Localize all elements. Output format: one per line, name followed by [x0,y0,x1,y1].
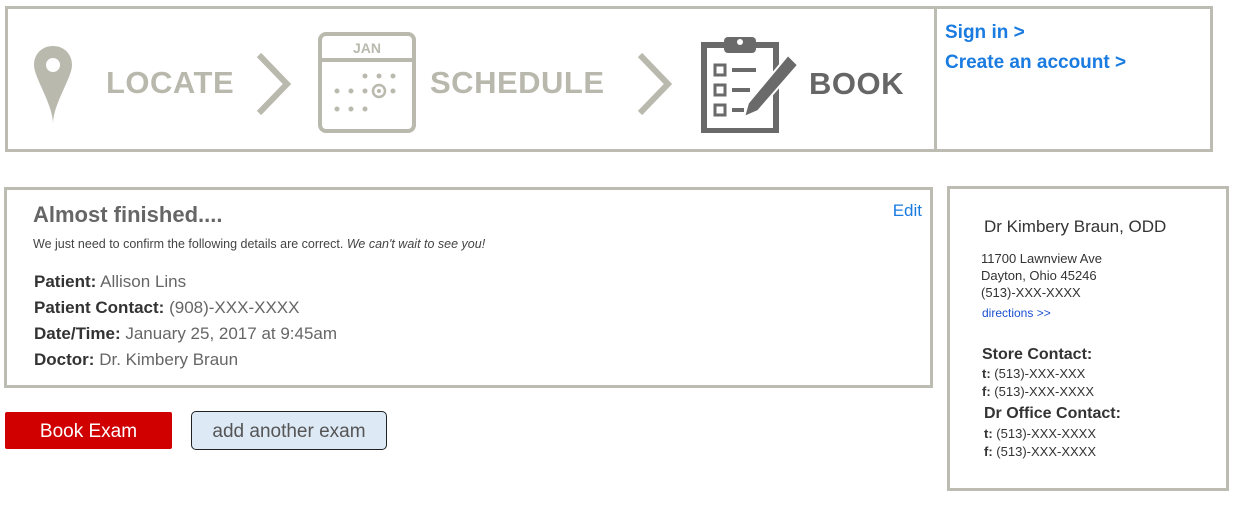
detail-row-patient: Patient: Allison Lins [34,269,337,295]
summary-title: Almost finished.... [33,202,223,227]
detail-value: Allison Lins [100,272,187,291]
store-fax: f: (513)-XXX-XXXX [982,384,1094,399]
step-book-label: BOOK [809,66,904,101]
store-fax-label: f: [982,384,991,399]
chevron-right-icon [637,52,673,116]
doctor-phone: (513)-XXX-XXXX [981,285,1081,300]
doctor-address: 11700 Lawnview Ave Dayton, Ohio 45246 (5… [981,250,1102,301]
calendar-icon: JAN [318,32,416,133]
store-phone-label: t: [982,366,991,381]
intro-emphasis: We can't wait to see you! [346,237,486,251]
store-contact-title: Store Contact: [982,346,1093,363]
location-pin-icon [34,46,72,124]
detail-value: (908)-XXX-XXXX [169,298,300,317]
detail-row-datetime: Date/Time: January 25, 2017 at 9:45am [34,321,337,347]
office-phone: t: (513)-XXX-XXXX [984,426,1096,441]
appointment-details: Patient: Allison Lins Patient Contact: (… [34,269,337,373]
doctor-name: Dr Kimbery Braun, ODD [984,217,1167,236]
detail-row-patient-contact: Patient Contact: (908)-XXX-XXXX [34,295,337,321]
store-phone: t: (513)-XXX-XXX [982,366,1085,381]
steps-divider [934,9,937,149]
step-locate-label: LOCATE [106,65,235,100]
add-another-exam-button[interactable]: add another exam [191,411,387,450]
detail-label: Patient: [34,272,97,291]
summary-intro: We just need to confirm the following de… [33,237,485,251]
chevron-right-icon [256,52,292,116]
detail-value: January 25, 2017 at 9:45am [125,324,338,343]
office-fax: f: (513)-XXX-XXXX [984,444,1096,459]
detail-row-doctor: Doctor: Dr. Kimbery Braun [34,347,337,373]
detail-value: Dr. Kimbery Braun [99,350,239,369]
office-fax-label: f: [984,444,993,459]
doctor-info-card: Dr Kimbery Braun, ODD 11700 Lawnview Ave… [947,186,1229,491]
step-schedule-label: SCHEDULE [430,65,605,100]
create-account-link[interactable]: Create an account > [945,48,1126,78]
store-phone-value: (513)-XXX-XXX [994,366,1086,381]
account-links: Sign in > Create an account > [945,18,1126,78]
confirmation-summary-card: Almost finished.... Edit We just need to… [4,187,933,388]
book-exam-button[interactable]: Book Exam [5,412,172,449]
edit-link[interactable]: Edit [893,201,922,221]
office-contact-title: Dr Office Contact: [984,405,1121,422]
directions-link[interactable]: directions >> [982,306,1051,320]
address-line1: 11700 Lawnview Ave [981,251,1102,266]
detail-label: Doctor: [34,350,95,369]
office-fax-value: (513)-XXX-XXXX [996,444,1096,459]
calendar-month-text: JAN [353,40,381,56]
address-line2: Dayton, Ohio 45246 [981,268,1097,283]
store-fax-value: (513)-XXX-XXXX [994,384,1094,399]
detail-label: Patient Contact: [34,298,165,317]
sign-in-link[interactable]: Sign in > [945,18,1126,48]
clipboard-icon [701,37,800,133]
detail-label: Date/Time: [34,324,121,343]
office-phone-label: t: [984,426,993,441]
intro-text: We just need to confirm the following de… [33,237,344,251]
office-phone-value: (513)-XXX-XXXX [996,426,1096,441]
